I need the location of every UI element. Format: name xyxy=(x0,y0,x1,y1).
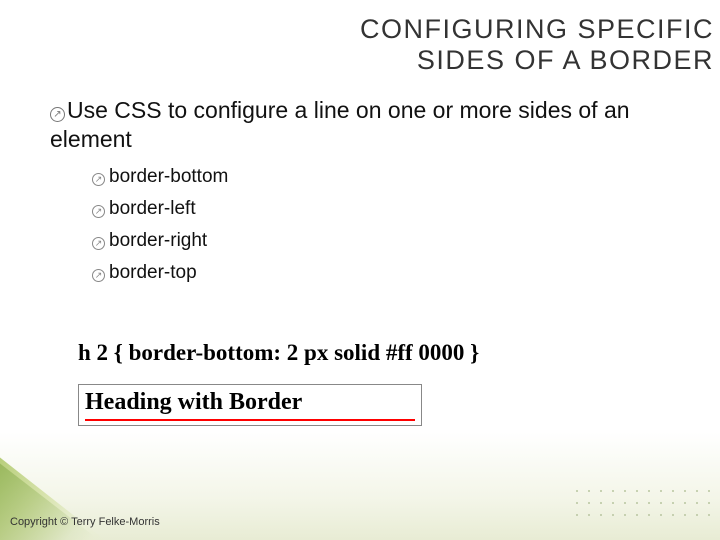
copyright-text: Copyright © Terry Felke-Morris xyxy=(10,516,160,528)
list-item-label: border-top xyxy=(109,262,197,283)
bullet-icon: ↗ xyxy=(50,107,65,122)
sub-bullet-list: ↗ border-bottom ↗ border-left ↗ border-righ… xyxy=(92,166,228,294)
list-item: ↗ border-left xyxy=(92,198,228,220)
example-rendering: Heading with Border xyxy=(78,384,422,426)
bullet-icon: ↗ xyxy=(92,173,105,186)
example-heading: Heading with Border xyxy=(85,389,415,421)
main-bullet-text: Use CSS to configure a line on one or mo… xyxy=(50,97,630,152)
main-bullet: ↗Use CSS to configure a line on one or m… xyxy=(50,96,700,154)
list-item: ↗ border-right xyxy=(92,230,228,252)
title-line-2: SIDES OF A BORDER xyxy=(417,45,714,75)
list-item-label: border-bottom xyxy=(109,166,228,187)
decorative-dots xyxy=(574,488,712,518)
list-item: ↗ border-top xyxy=(92,262,228,284)
code-example: h 2 { border-bottom: 2 px solid #ff 0000… xyxy=(78,340,479,366)
slide-title: CONFIGURING SPECIFIC SIDES OF A BORDER xyxy=(360,14,714,76)
bullet-icon: ↗ xyxy=(92,205,105,218)
bullet-icon: ↗ xyxy=(92,269,105,282)
list-item-label: border-right xyxy=(109,230,207,251)
title-line-1: CONFIGURING SPECIFIC xyxy=(360,14,714,44)
bullet-icon: ↗ xyxy=(92,237,105,250)
list-item: ↗ border-bottom xyxy=(92,166,228,188)
list-item-label: border-left xyxy=(109,198,196,219)
slide: CONFIGURING SPECIFIC SIDES OF A BORDER ↗… xyxy=(0,0,720,540)
